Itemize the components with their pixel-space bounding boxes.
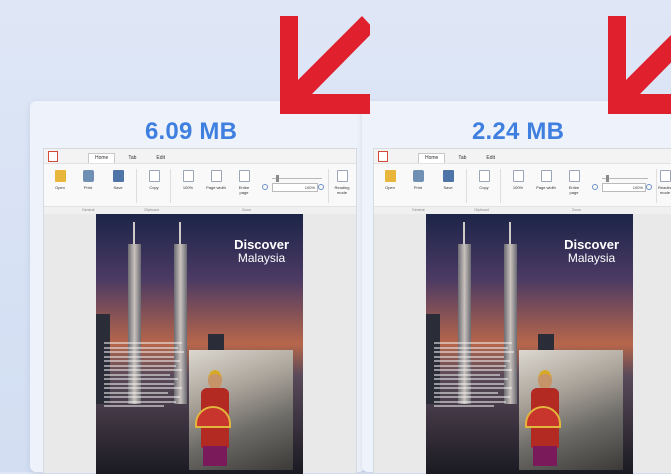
brochure-page: Discover Malaysia (96, 214, 303, 474)
pdf-viewer-window-original: Home Tab Edit Open Print Save Copy 100% … (43, 148, 357, 474)
brochure-page: Discover Malaysia (426, 214, 633, 474)
brochure-body-text (434, 342, 514, 410)
ribbon-group-labels: General Clipboard Zoom (374, 206, 671, 214)
tab-tab[interactable]: Tab (121, 153, 143, 163)
dancer-photo (519, 350, 623, 470)
zoom-100-button[interactable]: 100% (508, 170, 528, 190)
open-button[interactable]: Open (50, 170, 70, 190)
printer-icon (412, 170, 424, 182)
save-icon (442, 170, 454, 182)
entire-page-icon (238, 170, 250, 182)
entire-page-button[interactable]: Entire page (234, 170, 254, 195)
reading-mode-button[interactable]: Reading mode (332, 170, 352, 195)
divider (136, 169, 137, 203)
print-button[interactable]: Print (408, 170, 428, 190)
divider (656, 169, 657, 203)
ribbon-toolbar: Open Print Save Copy 100% Page width Ent… (44, 164, 356, 215)
zoom-slider-handle[interactable] (606, 175, 609, 182)
ribbon-tabs: Home Tab Edit (88, 153, 172, 163)
app-icon (48, 151, 58, 162)
zoom-in-icon[interactable] (318, 184, 324, 190)
entire-page-button[interactable]: Entire page (564, 170, 584, 195)
tab-home[interactable]: Home (88, 153, 116, 163)
page-icon (182, 170, 194, 182)
arrow-down-left-icon-2 (608, 16, 671, 114)
ribbon-group-labels: General Clipboard Zoom (44, 206, 356, 214)
save-button[interactable]: Save (108, 170, 128, 190)
zoom-100-button[interactable]: 100% (178, 170, 198, 190)
page-width-button[interactable]: Page width (536, 170, 556, 190)
title-bar: Home Tab Edit (44, 149, 356, 164)
reading-mode-icon (336, 170, 348, 182)
save-button[interactable]: Save (438, 170, 458, 190)
copy-icon (478, 170, 490, 182)
document-view[interactable]: Discover Malaysia (44, 214, 356, 474)
ribbon-tabs: Home Tab Edit (418, 153, 502, 163)
brochure-body-text (104, 342, 184, 410)
divider (170, 169, 171, 203)
pdf-viewer-window-compressed: Home Tab Edit Open Print Save Copy 100% … (373, 148, 671, 474)
ribbon-toolbar: Open Print Save Copy 100% Page width Ent… (374, 164, 671, 215)
copy-button[interactable]: Copy (474, 170, 494, 190)
entire-page-icon (568, 170, 580, 182)
tab-edit[interactable]: Edit (479, 153, 502, 163)
zoom-input[interactable]: 100% (602, 183, 646, 192)
arrow-down-left-icon (280, 16, 370, 114)
zoom-slider-handle[interactable] (276, 175, 279, 182)
document-view[interactable]: Discover Malaysia (374, 214, 671, 474)
page-width-icon (210, 170, 222, 182)
zoom-input[interactable]: 100% (272, 183, 318, 192)
brochure-title: Discover Malaysia (564, 237, 619, 265)
folder-icon (384, 170, 396, 182)
divider (328, 169, 329, 203)
file-size-original: 6.09 MB (145, 118, 238, 145)
tab-tab[interactable]: Tab (451, 153, 473, 163)
zoom-out-icon[interactable] (262, 184, 268, 190)
print-button[interactable]: Print (78, 170, 98, 190)
page-width-button[interactable]: Page width (206, 170, 226, 190)
title-bar: Home Tab Edit (374, 149, 671, 164)
tab-home[interactable]: Home (418, 153, 446, 163)
folder-icon (54, 170, 66, 182)
zoom-slider[interactable] (272, 175, 322, 182)
copy-icon (148, 170, 160, 182)
reading-mode-button[interactable]: Reading mode (658, 170, 671, 195)
printer-icon (82, 170, 94, 182)
page-width-icon (540, 170, 552, 182)
page-icon (512, 170, 524, 182)
divider (466, 169, 467, 203)
file-size-compressed: 2.24 MB (472, 118, 565, 145)
zoom-out-icon[interactable] (592, 184, 598, 190)
zoom-slider[interactable] (602, 175, 648, 182)
zoom-in-icon[interactable] (646, 184, 652, 190)
save-icon (112, 170, 124, 182)
tab-edit[interactable]: Edit (149, 153, 172, 163)
app-icon (378, 151, 388, 162)
reading-mode-icon (659, 170, 671, 182)
brochure-title: Discover Malaysia (234, 237, 289, 265)
copy-button[interactable]: Copy (144, 170, 164, 190)
open-button[interactable]: Open (380, 170, 400, 190)
dancer-photo (189, 350, 293, 470)
divider (500, 169, 501, 203)
